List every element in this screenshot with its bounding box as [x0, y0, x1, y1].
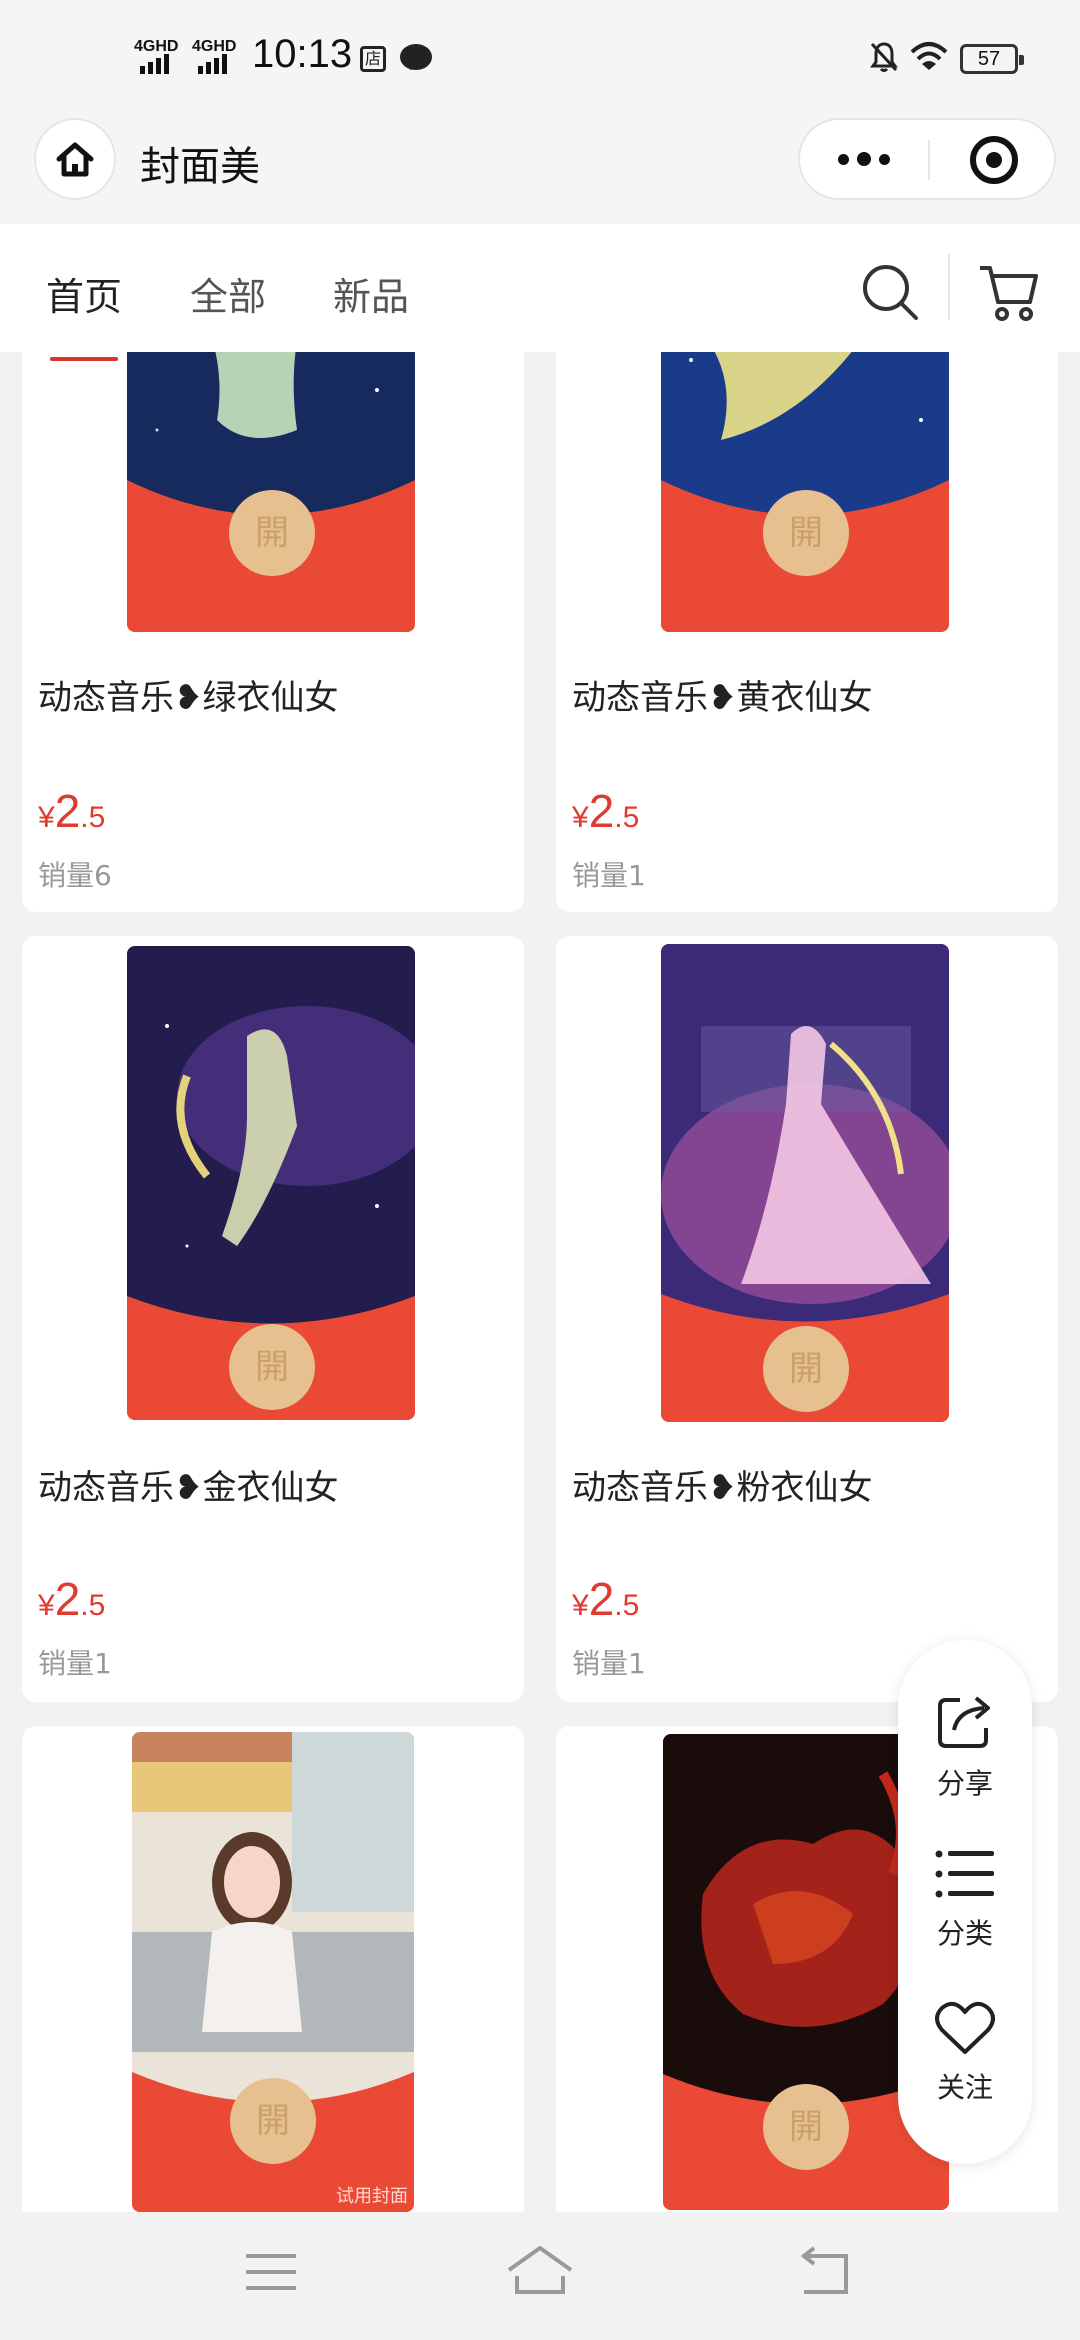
- product-card[interactable]: 開 动态音乐❥粉衣仙女 ¥2.5 销量1: [556, 936, 1058, 1702]
- trial-cover-label: 试用封面: [336, 2186, 408, 2207]
- signal-bars-icon-2: [198, 54, 227, 74]
- product-card[interactable]: 開 动态音乐❥绿衣仙女 ¥2.5 销量6: [22, 300, 524, 912]
- system-navigation-bar: [0, 2212, 1080, 2340]
- shop-icon: 店: [360, 46, 386, 72]
- follow-button[interactable]: 关注: [898, 2000, 1032, 2106]
- status-time: 10:13: [252, 32, 353, 76]
- bell-muted-icon: [870, 42, 898, 72]
- share-icon: [938, 1696, 990, 1748]
- product-name: 动态音乐❥金衣仙女: [38, 1468, 339, 1508]
- product-price: ¥2.5: [572, 785, 640, 837]
- product-card[interactable]: 開 试用封面: [22, 1726, 524, 2226]
- status-bar: 4GHD 4GHD 10:13 店 57: [0, 0, 1080, 118]
- product-cover: 開: [127, 946, 415, 1420]
- back-icon[interactable]: [790, 2242, 860, 2302]
- product-name: 动态音乐❥粉衣仙女: [572, 1468, 873, 1508]
- chat-bubble-icon: [400, 44, 432, 70]
- cart-icon[interactable]: [976, 260, 1040, 324]
- battery-indicator: 57: [960, 44, 1024, 74]
- top-navigation: 首页 全部 新品: [0, 224, 1080, 361]
- app-title: 封面美: [140, 144, 260, 190]
- product-cover: 開: [661, 944, 949, 1422]
- floating-action-panel: 分享 分类 关注: [898, 1640, 1032, 2164]
- app-header: 封面美: [0, 118, 1080, 224]
- open-seal: 開: [230, 2078, 316, 2164]
- product-price: ¥2.5: [572, 1573, 640, 1625]
- capsule-divider: [928, 140, 930, 180]
- heart-icon: [935, 2001, 995, 2054]
- product-price: ¥2.5: [38, 785, 106, 837]
- wifi-icon: [910, 42, 948, 70]
- home-button[interactable]: [34, 118, 116, 200]
- tab-home[interactable]: 首页: [46, 266, 122, 361]
- tab-all[interactable]: 全部: [190, 266, 266, 321]
- open-seal: 開: [229, 490, 315, 576]
- search-icon[interactable]: [860, 262, 920, 322]
- open-seal: 開: [763, 490, 849, 576]
- signal-bars-icon: [140, 54, 169, 74]
- product-name: 动态音乐❥绿衣仙女: [38, 678, 339, 718]
- product-sales: 销量6: [38, 859, 112, 892]
- product-price: ¥2.5: [38, 1573, 106, 1625]
- list-icon: [935, 1850, 994, 1898]
- more-button[interactable]: [800, 120, 928, 198]
- home-icon: [56, 142, 94, 177]
- menu-icon[interactable]: [236, 2242, 306, 2302]
- tab-new[interactable]: 新品: [333, 266, 409, 321]
- nav-divider: [948, 254, 950, 320]
- home-nav-icon[interactable]: [505, 2242, 575, 2302]
- share-button[interactable]: 分享: [898, 1690, 1032, 1802]
- product-sales: 销量1: [38, 1647, 112, 1680]
- product-sales: 销量1: [572, 859, 646, 892]
- product-card[interactable]: 開 动态音乐❥金衣仙女 ¥2.5 销量1: [22, 936, 524, 1702]
- product-card[interactable]: 開 动态音乐❥黄衣仙女 ¥2.5 销量1: [556, 300, 1058, 912]
- close-miniprogram-button[interactable]: [970, 136, 1018, 184]
- open-seal: 開: [229, 1324, 315, 1410]
- product-sales: 销量1: [572, 1647, 646, 1680]
- capsule-menu: [798, 118, 1056, 200]
- open-seal: 開: [763, 1326, 849, 1412]
- category-button[interactable]: 分类: [898, 1846, 1032, 1952]
- product-name: 动态音乐❥黄衣仙女: [572, 678, 873, 718]
- open-seal: 開: [763, 2084, 849, 2170]
- product-cover: 開 试用封面: [132, 1732, 414, 2212]
